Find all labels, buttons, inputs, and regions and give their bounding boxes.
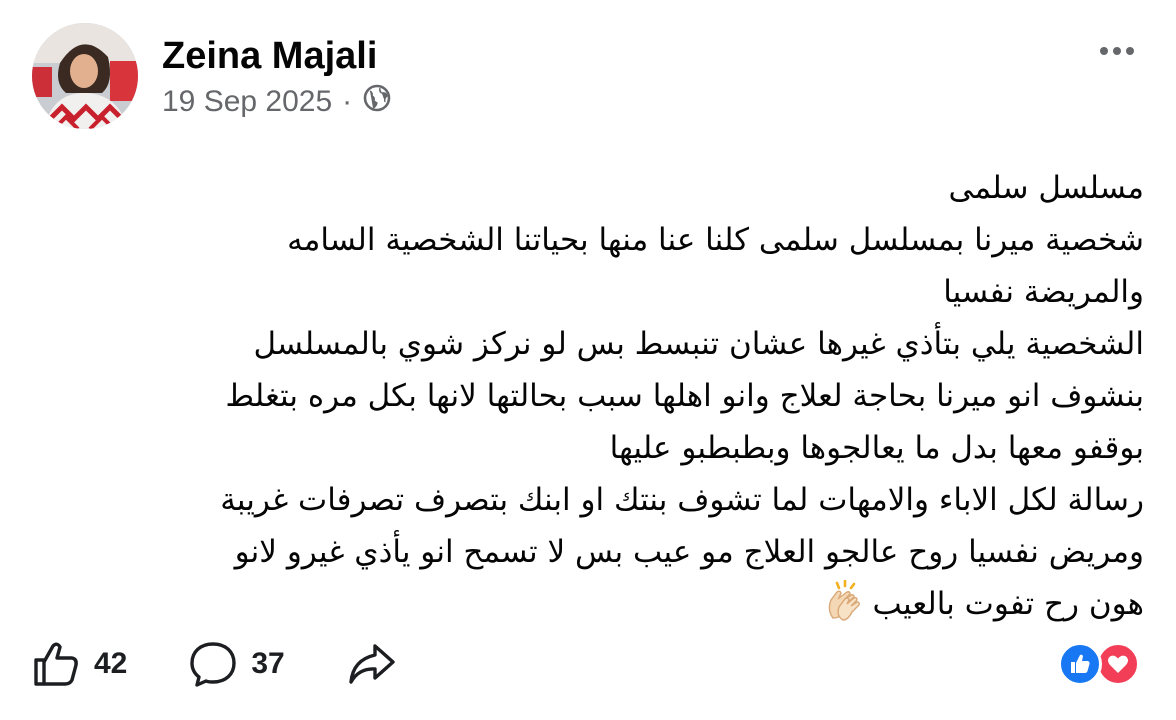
meta-separator: · (342, 85, 353, 118)
post-text-line: ومريض نفسيا روح عالجو العلاج مو عيب بس ل… (234, 534, 1144, 570)
thumbs-up-icon (34, 642, 78, 686)
comment-count: 37 (251, 647, 285, 680)
post-text-line: رسالة لكل الاباء والامهات لما تشوف بنتك … (220, 482, 1144, 518)
love-reaction-icon (1096, 642, 1140, 686)
more-options-icon (1100, 47, 1108, 55)
post-text-line: هون رح تفوت بالعيب (872, 586, 1144, 622)
author-name[interactable]: Zeina Majali (162, 34, 377, 78)
reaction-summary[interactable] (1058, 642, 1148, 688)
post-text-line: الشخصية يلي بتأذي غيرها عشان تنبسط بس لو… (253, 326, 1144, 362)
share-button[interactable] (345, 638, 399, 690)
like-reaction-icon (1058, 642, 1102, 686)
more-options-button[interactable] (1092, 34, 1142, 68)
like-count: 42 (94, 647, 128, 680)
post-meta: 19 Sep 2025 · (162, 84, 392, 120)
post-text-line: بوقفو معها بدل ما يعالجوها وبطبطبو عليها (609, 430, 1144, 466)
post-date[interactable]: 19 Sep 2025 (162, 85, 332, 119)
comment-bubble-icon (190, 642, 237, 687)
comment-button[interactable]: 37 (187, 638, 285, 690)
post-text: مسلسل سلمى شخصية ميرنا بمسلسل سلمى كلنا … (36, 162, 1144, 630)
globe-icon[interactable] (362, 83, 392, 121)
post-text-line: والمريضة نفسيا (943, 274, 1144, 310)
post-text-line: مسلسل سلمى (948, 170, 1144, 206)
share-arrow-icon (349, 644, 395, 684)
clapping-hands-icon (828, 580, 860, 621)
post-text-line: شخصية ميرنا بمسلسل سلمى كلنا عنا منها بح… (287, 222, 1144, 258)
post-actions: 42 37 (30, 634, 459, 694)
post-text-line: بنشوف انو ميرنا بحاجة لعلاج وانو اهلها س… (225, 378, 1144, 414)
avatar[interactable] (32, 23, 138, 129)
avatar-photo-icon (32, 23, 138, 129)
post-text-last-line: هون رح تفوت بالعيب (36, 578, 1144, 630)
like-button[interactable]: 42 (30, 638, 127, 690)
